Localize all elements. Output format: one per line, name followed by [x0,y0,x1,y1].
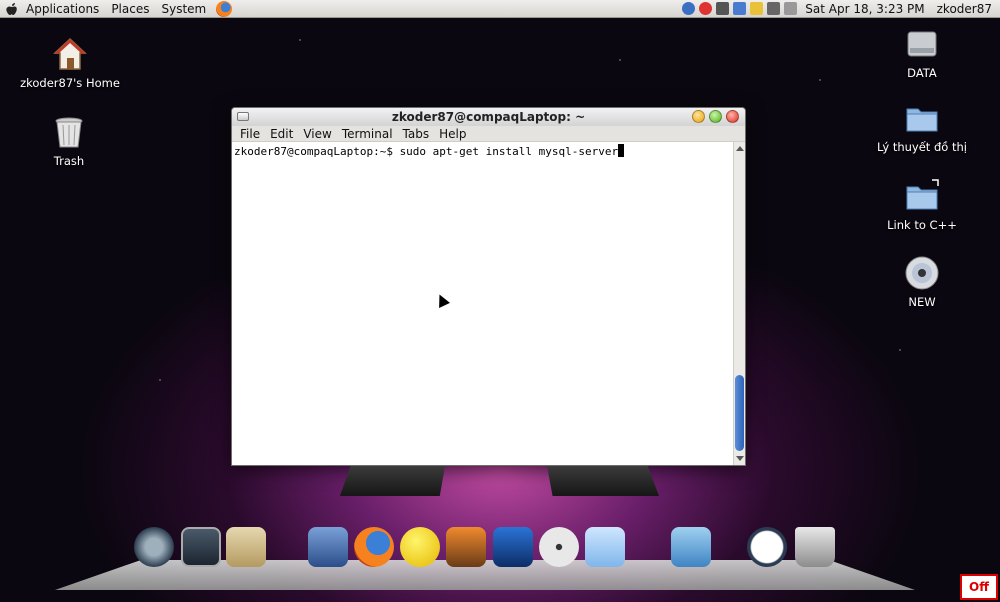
mail-stamp-icon[interactable] [226,527,266,567]
minimize-button[interactable] [692,110,705,123]
window-controls [688,110,739,123]
menu-applications[interactable]: Applications [20,0,105,18]
apple-icon[interactable] [5,2,19,16]
desktop-icon-label: zkoder87's Home [20,76,120,90]
dvd-icon[interactable] [539,527,579,567]
update-icon[interactable] [699,2,713,15]
photo-icon[interactable] [446,527,486,567]
menu-places[interactable]: Places [105,0,155,18]
volume-icon[interactable] [767,2,781,15]
scroll-up-icon[interactable] [736,146,744,151]
folder-link-icon [906,179,939,210]
menu-system[interactable]: System [155,0,212,18]
terminal-menubar: File Edit View Terminal Tabs Help [232,126,745,142]
close-button[interactable] [726,110,739,123]
desktop-icon-label: Link to C++ [887,218,957,232]
activity-monitor-icon[interactable] [181,527,221,567]
menu-view[interactable]: View [298,127,336,141]
window-menu-icon[interactable] [237,112,249,121]
monitor-stand-left [340,466,445,496]
display-icon[interactable] [733,2,747,15]
window-titlebar[interactable]: zkoder87@compaqLaptop: ~ [232,108,745,126]
firefox-launcher-icon[interactable] [216,0,233,17]
desktop-icon-label: DATA [907,66,937,80]
terminal-window[interactable]: zkoder87@compaqLaptop: ~ File Edit View … [231,107,746,466]
menu-tabs[interactable]: Tabs [398,127,435,141]
terminal-body[interactable]: zkoder87@compaqLaptop:~$ sudo apt-get in… [232,142,745,465]
desktop-icon-label: Trash [53,154,85,168]
menu-help[interactable]: Help [434,127,471,141]
off-button[interactable]: Off [960,574,998,600]
folder-icon [906,108,938,132]
menu-edit[interactable]: Edit [265,127,298,141]
menu-file[interactable]: File [235,127,265,141]
terminal-line: zkoder87@compaqLaptop:~$ sudo apt-get in… [234,144,625,158]
dock-trash-icon[interactable] [795,527,835,567]
monitor-stand-right [547,466,659,496]
disc-icon [905,256,939,290]
top-panel: Applications Places System Sat Apr 18, 3… [0,0,1000,18]
cloud-icon[interactable] [585,527,625,567]
panel-tray: Sat Apr 18, 3:23 PM zkoder87 [680,0,1000,18]
desktop-icon-graph-theory[interactable]: Lý thuyết đồ thị [872,100,972,154]
menu-terminal[interactable]: Terminal [337,127,398,141]
preview-icon[interactable] [308,527,348,567]
network-icon[interactable] [682,2,696,15]
time-machine-icon[interactable] [134,527,174,567]
vertical-scrollbar[interactable] [733,142,745,465]
movie-icon[interactable] [493,527,533,567]
desktop-icon-home[interactable]: zkoder87's Home [20,36,120,90]
power-icon[interactable] [750,2,764,15]
desktop-icon-label: NEW [908,295,936,309]
clock[interactable]: Sat Apr 18, 3:23 PM [799,2,930,16]
maximize-button[interactable] [709,110,722,123]
scroll-thumb[interactable] [735,375,744,451]
scroll-down-icon[interactable] [736,456,744,461]
clock-icon[interactable] [747,527,787,567]
home-icon [53,37,87,70]
bluetooth-icon[interactable] [716,2,730,15]
drive-icon [907,31,937,57]
user-menu[interactable]: zkoder87 [931,2,1000,16]
virtualbox-icon[interactable] [671,527,711,567]
trash-icon [55,117,83,148]
terminal-command: zkoder87@compaqLaptop:~$ sudo apt-get in… [234,145,619,158]
desktop-icon-link-cpp[interactable]: Link to C++ [882,178,962,232]
panel-menus: Applications Places System [0,0,233,18]
mail-icon[interactable] [784,2,798,15]
desktop-icon-trash[interactable]: Trash [39,114,99,168]
window-title: zkoder87@compaqLaptop: ~ [391,110,586,124]
messenger-icon[interactable] [400,527,440,567]
text-cursor [618,144,625,157]
desktop-icon-new[interactable]: NEW [892,255,952,309]
firefox-icon[interactable] [354,527,394,567]
desktop-icon-label: Lý thuyết đồ thị [877,140,967,154]
desktop-icon-data[interactable]: DATA [892,26,952,80]
